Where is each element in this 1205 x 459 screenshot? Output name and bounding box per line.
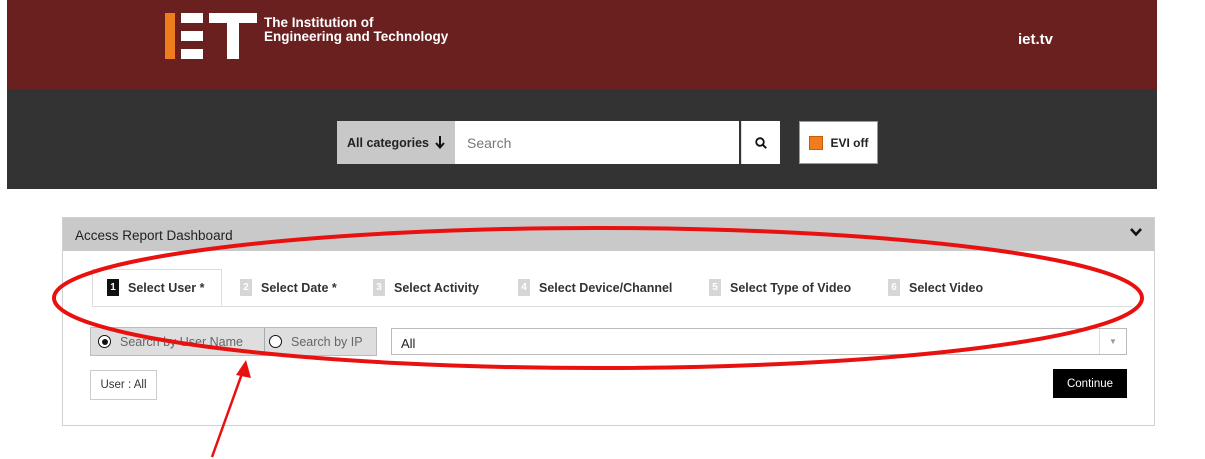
arrow-down-icon (435, 136, 445, 149)
evi-checkbox-icon (808, 135, 823, 150)
tab-select-user[interactable]: 1 Select User * (92, 269, 222, 306)
step-label: Select Activity (394, 280, 479, 295)
search-type-radio-group: Search by User Name Search by IP (90, 327, 377, 356)
step-label: Select User * (128, 280, 205, 295)
category-label: All categories (347, 135, 429, 150)
step-label: Select Type of Video (730, 280, 852, 295)
select-value: All (401, 336, 416, 351)
step-label: Select Date * (261, 280, 337, 295)
chevron-down-icon[interactable] (1130, 227, 1142, 237)
logo-text-line2: Engineering and Technology (264, 29, 449, 44)
iet-logo-icon[interactable] (165, 13, 257, 59)
radio-label: Search by User Name (120, 334, 243, 349)
logo-text: The Institution of Engineering and Techn… (264, 16, 448, 44)
radio-search-by-user-name[interactable]: Search by User Name (98, 328, 243, 355)
panel-header[interactable]: Access Report Dashboard (63, 218, 1154, 251)
step-number: 5 (709, 279, 721, 296)
user-select-dropdown[interactable]: All ▼ (391, 328, 1127, 355)
panel-title: Access Report Dashboard (75, 228, 233, 243)
step-number: 2 (240, 279, 252, 296)
tab-select-activity[interactable]: 3 Select Activity (373, 269, 479, 306)
radio-selected-icon[interactable] (98, 335, 111, 348)
step-number: 1 (107, 279, 119, 296)
search-icon (755, 136, 767, 149)
step-number: 4 (518, 279, 530, 296)
dropdown-arrow-icon[interactable]: ▼ (1099, 329, 1126, 354)
radio-search-by-ip[interactable]: Search by IP (269, 328, 363, 355)
site-header: The Institution of Engineering and Techn… (7, 0, 1157, 89)
logo-text-line1: The Institution of (264, 15, 374, 30)
step-label: Select Video (909, 280, 984, 295)
step-number: 6 (888, 279, 900, 296)
tab-select-video[interactable]: 6 Select Video (888, 269, 983, 306)
radio-label: Search by IP (291, 334, 363, 349)
tab-select-type-of-video[interactable]: 5 Select Type of Video (709, 269, 851, 306)
step-label: Select Device/Channel (539, 280, 673, 295)
all-categories-dropdown[interactable]: All categories (337, 121, 455, 164)
evi-toggle-button[interactable]: EVI off (799, 121, 878, 164)
radio-unselected-icon[interactable] (269, 335, 282, 348)
user-filter-chip[interactable]: User : All (90, 370, 157, 400)
continue-button[interactable]: Continue (1053, 369, 1127, 398)
step-tabs: 1 Select User * 2 Select Date * 3 Select… (92, 269, 1132, 307)
iet-tv-link[interactable]: iet.tv (1018, 31, 1053, 48)
tab-select-date[interactable]: 2 Select Date * (240, 269, 337, 306)
search-input[interactable] (455, 121, 739, 164)
step-number: 3 (373, 279, 385, 296)
divider (264, 328, 265, 355)
access-report-panel: Access Report Dashboard (62, 217, 1155, 426)
tab-select-device-channel[interactable]: 4 Select Device/Channel (518, 269, 672, 306)
evi-label: EVI off (830, 135, 869, 150)
search-button[interactable] (741, 121, 780, 164)
